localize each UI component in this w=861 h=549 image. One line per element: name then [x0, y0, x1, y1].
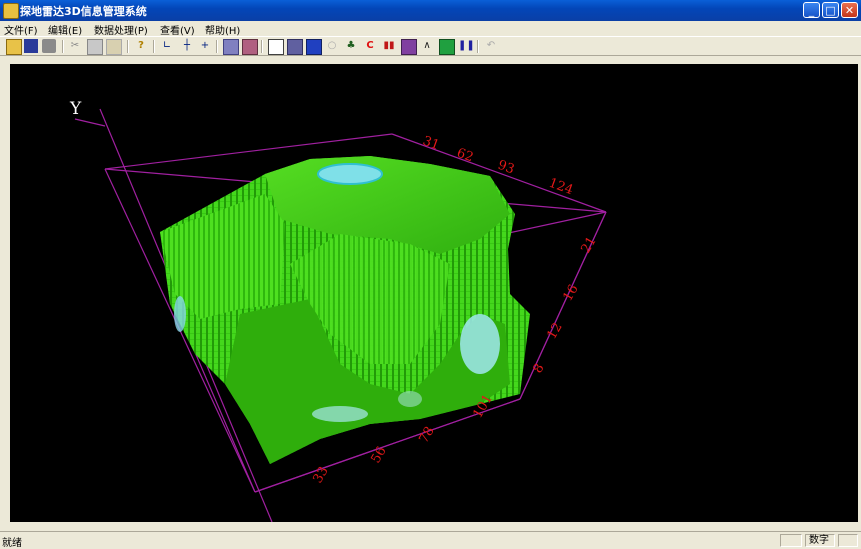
paste-icon[interactable]	[106, 39, 122, 55]
toolbar-separator	[216, 40, 218, 53]
toolbar: ✂ ? ∟ ┼ + ○ ♣ C ▮▮ ∧ ❚❚ ↶	[0, 36, 861, 56]
tick-top-93: 93	[496, 158, 517, 178]
tick-right-21: 21	[578, 234, 599, 256]
save-icon[interactable]	[24, 39, 38, 53]
tick-bottom-33: 33	[310, 464, 331, 486]
toolbar-separator	[127, 40, 129, 53]
close-button[interactable]: ✕	[841, 2, 858, 18]
menu-view[interactable]: 查看(V)	[160, 22, 195, 37]
undo-icon[interactable]: ↶	[484, 39, 498, 53]
fill-icon[interactable]	[439, 39, 455, 55]
menu-edit[interactable]: 编辑(E)	[48, 22, 82, 37]
toolbar-separator	[261, 40, 263, 53]
maximize-button[interactable]: □	[822, 2, 839, 18]
open-icon[interactable]	[6, 39, 22, 55]
tick-right-16: 16	[560, 282, 581, 304]
status-bar: 就绪 数字	[0, 531, 861, 549]
voxel-volume	[160, 156, 530, 464]
axis-icon[interactable]: ∟	[160, 39, 174, 53]
circle-icon[interactable]: ○	[325, 39, 339, 53]
copy-icon[interactable]	[87, 39, 103, 55]
volume-icon[interactable]	[401, 39, 417, 55]
tick-right-8: 8	[530, 361, 547, 376]
layers-icon[interactable]	[223, 39, 239, 55]
axis-label-y: Y	[69, 99, 82, 119]
peak-icon[interactable]: ∧	[420, 39, 434, 53]
cut-icon[interactable]: ✂	[68, 39, 82, 53]
tick-bottom-56: 56	[368, 444, 389, 466]
grid-icon[interactable]: ┼	[180, 39, 194, 53]
menu-file[interactable]: 文件(F)	[4, 22, 38, 37]
menu-bar: 文件(F) 编辑(E) 数据处理(P) 查看(V) 帮助(H)	[0, 21, 861, 37]
status-ready: 就绪	[2, 538, 22, 549]
crosshair-icon[interactable]: +	[198, 39, 212, 53]
help-pointer-icon[interactable]: ?	[134, 39, 148, 53]
window-title: 探地雷达3D信息管理系统	[20, 5, 147, 18]
image-icon[interactable]	[242, 39, 258, 55]
status-panel-blank-2	[838, 534, 858, 547]
toolbar-separator	[153, 40, 155, 53]
minimize-button[interactable]: _	[803, 2, 820, 18]
title-bar: 探地雷达3D信息管理系统 _ □ ✕	[0, 0, 861, 21]
cluster-icon[interactable]: ♣	[344, 39, 358, 53]
menu-help[interactable]: 帮助(H)	[205, 22, 240, 37]
status-panel-blank	[780, 534, 802, 547]
gpr-3d-viewport[interactable]: Y 31 62 93 124 21 16 12 8 101 78 56 33	[10, 64, 858, 523]
tick-bottom-78: 78	[416, 424, 437, 446]
toolbar-separator	[62, 40, 64, 53]
gpr-3d-scene: Y 31 62 93 124 21 16 12 8 101 78 56 33	[69, 99, 607, 523]
pause-icon[interactable]: ❚❚	[458, 39, 475, 53]
tick-top-124: 124	[547, 176, 575, 199]
c-icon[interactable]: C	[363, 39, 377, 53]
stack-icon[interactable]	[306, 39, 322, 55]
print-icon[interactable]	[42, 39, 56, 53]
cube-icon[interactable]	[287, 39, 303, 55]
slice-icon[interactable]	[268, 39, 284, 55]
menu-process[interactable]: 数据处理(P)	[94, 22, 148, 37]
status-num: 数字	[805, 534, 835, 547]
toolbar-separator	[477, 40, 479, 53]
app-icon[interactable]	[3, 3, 19, 19]
bars-icon[interactable]: ▮▮	[382, 39, 396, 53]
tick-top-62: 62	[455, 146, 476, 166]
